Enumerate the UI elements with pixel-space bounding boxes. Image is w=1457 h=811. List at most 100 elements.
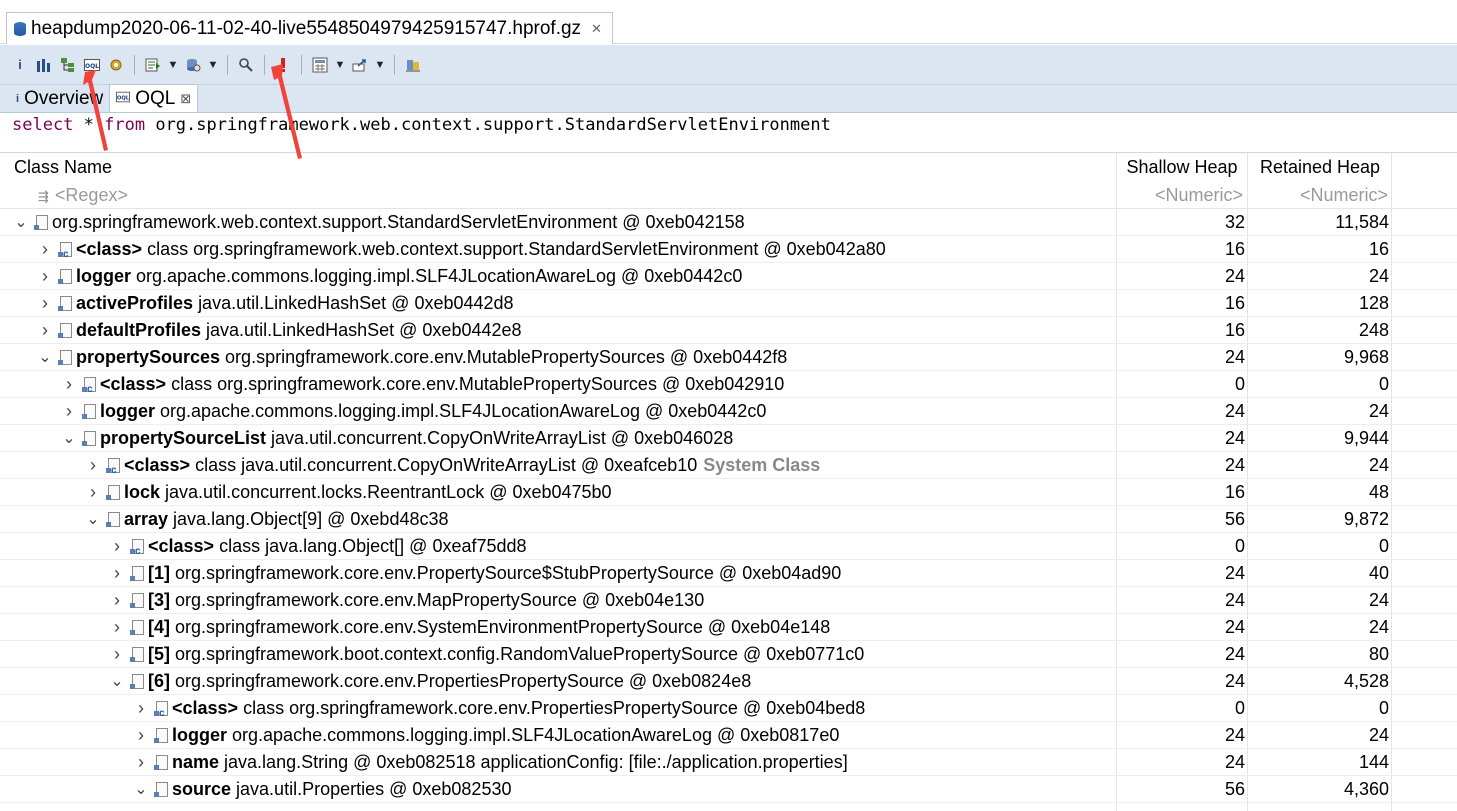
field-name: <class> bbox=[76, 239, 143, 259]
editor-tab-heapdump[interactable]: heapdump2020-06-11-02-40-live55485049794… bbox=[6, 12, 613, 44]
expand-icon[interactable]: › bbox=[110, 587, 124, 614]
table-row[interactable]: ⌄ array java.lang.Object[9] @ 0xebd48c38 56… bbox=[0, 506, 1457, 533]
table-row[interactable]: › logger org.apache.commons.logging.impl.S… bbox=[0, 263, 1457, 290]
expand-icon[interactable]: › bbox=[38, 290, 52, 317]
cell-shallow-heap: 24 bbox=[1224, 590, 1245, 610]
table-row[interactable]: › <class>class java.util.concurrent.CopyO… bbox=[0, 452, 1457, 484]
table-row[interactable]: › name java.lang.String @ 0xeb082518 appli… bbox=[0, 749, 1457, 776]
table-row[interactable]: › [4] org.springframework.core.env.SystemE… bbox=[0, 614, 1457, 641]
expand-icon[interactable]: › bbox=[134, 722, 148, 749]
query-star: * bbox=[73, 115, 105, 135]
close-icon[interactable]: ⊠ bbox=[180, 91, 191, 107]
filter-retained-heap[interactable]: <Numeric> bbox=[1248, 181, 1390, 209]
expand-icon[interactable]: › bbox=[38, 263, 52, 290]
expand-icon[interactable]: › bbox=[62, 371, 76, 398]
table-row[interactable]: › <class>class org.springframework.web.co… bbox=[0, 236, 1457, 268]
thread-overview-icon[interactable] bbox=[106, 55, 126, 75]
histogram-icon[interactable] bbox=[34, 55, 54, 75]
expand-icon[interactable]: › bbox=[134, 749, 148, 776]
tab-overview[interactable]: i Overview bbox=[10, 86, 109, 112]
table-row[interactable]: › [1] org.springframework.core.env.Propert… bbox=[0, 560, 1457, 587]
table-row[interactable]: › [5] org.springframework.boot.context.con… bbox=[0, 641, 1457, 668]
tab-oql-label: OQL bbox=[135, 87, 176, 109]
table-row[interactable]: ⌄ propertySourceList java.util.concurrent.… bbox=[0, 425, 1457, 452]
object-label: class java.lang.Object[] @ 0xeaf75dd8 bbox=[219, 536, 527, 556]
expand-icon[interactable]: › bbox=[86, 479, 100, 506]
expand-icon[interactable]: › bbox=[110, 560, 124, 587]
execute-query-icon[interactable] bbox=[273, 55, 293, 75]
field-name: <class> bbox=[100, 374, 167, 394]
table-row[interactable]: › <class>class org.springframework.core.e… bbox=[0, 695, 1457, 727]
expand-icon[interactable]: › bbox=[38, 236, 52, 263]
expand-icon[interactable]: › bbox=[86, 452, 100, 479]
expand-icon[interactable]: › bbox=[110, 641, 124, 668]
field-name: [1] bbox=[148, 563, 170, 583]
column-header-class-name[interactable]: Class Name bbox=[14, 153, 112, 181]
cell-shallow-heap: 56 bbox=[1224, 779, 1245, 799]
oql-query-editor[interactable]: select * from org.springframework.web.co… bbox=[0, 113, 1457, 153]
field-name: defaultProfiles bbox=[76, 320, 202, 340]
chevron-down-icon[interactable]: ▼ bbox=[207, 59, 219, 71]
chevron-down-icon[interactable]: ▼ bbox=[167, 59, 179, 71]
expand-icon[interactable]: › bbox=[62, 398, 76, 425]
field-name: logger bbox=[172, 725, 228, 745]
table-row[interactable]: › [3] org.springframework.core.env.MapProp… bbox=[0, 587, 1457, 614]
table-row[interactable]: › logger org.apache.commons.logging.impl.S… bbox=[0, 722, 1457, 749]
chevron-down-icon[interactable]: ▼ bbox=[374, 59, 386, 71]
search-icon[interactable] bbox=[236, 55, 256, 75]
object-label: org.springframework.core.env.MapProperty… bbox=[175, 590, 705, 610]
expand-icon[interactable]: › bbox=[134, 695, 148, 722]
object-label: java.util.LinkedHashSet @ 0xeb0442e8 bbox=[206, 320, 522, 340]
column-header-shallow-heap[interactable]: Shallow Heap bbox=[1117, 153, 1247, 181]
object-label: org.springframework.boot.context.config.… bbox=[175, 644, 865, 664]
object-icon bbox=[130, 674, 144, 689]
table-row[interactable]: ⌄ propertySources org.springframework.core… bbox=[0, 344, 1457, 371]
cell-retained-heap: 11,584 bbox=[1335, 212, 1389, 232]
info-icon: i bbox=[16, 93, 20, 105]
collapse-icon[interactable]: ⌄ bbox=[62, 430, 76, 448]
table-row[interactable]: › lock java.util.concurrent.locks.Reentran… bbox=[0, 479, 1457, 506]
dominator-tree-icon[interactable] bbox=[58, 55, 78, 75]
field-name: <class> bbox=[148, 536, 215, 556]
class-icon bbox=[130, 538, 144, 565]
table-row[interactable]: ⌄ org.springframework.web.context.support… bbox=[0, 209, 1457, 236]
cell-shallow-heap: 24 bbox=[1224, 563, 1245, 583]
info-icon[interactable]: i bbox=[10, 55, 30, 75]
table-row[interactable]: › <class>class java.lang.Object[] @ 0xeaf… bbox=[0, 533, 1457, 565]
toolbar-separator bbox=[134, 54, 135, 75]
expand-icon[interactable]: › bbox=[38, 317, 52, 344]
tab-oql[interactable]: OQL OQL ⊠ bbox=[109, 84, 199, 112]
expand-icon[interactable]: › bbox=[110, 533, 124, 560]
calculator-icon[interactable] bbox=[310, 55, 330, 75]
close-icon[interactable]: ✕ bbox=[591, 21, 602, 37]
filter-shallow-heap[interactable]: <Numeric> bbox=[1117, 181, 1245, 209]
table-row[interactable]: › defaultProfiles java.util.LinkedHashSet … bbox=[0, 317, 1457, 344]
collapse-icon[interactable]: ⌄ bbox=[134, 781, 148, 799]
table-row[interactable]: ⌄ source java.util.Properties @ 0xeb082530… bbox=[0, 776, 1457, 803]
collapse-icon[interactable]: ⌄ bbox=[110, 673, 124, 691]
chevron-down-icon[interactable]: ▼ bbox=[334, 59, 346, 71]
cell-class-name: ⌄ [6] org.springframework.core.env.Propert… bbox=[110, 668, 751, 695]
run-report-icon[interactable] bbox=[143, 55, 163, 75]
filter-class-name[interactable]: ⇶ <Regex> bbox=[38, 181, 128, 209]
object-icon bbox=[58, 350, 72, 365]
column-header-retained-heap[interactable]: Retained Heap bbox=[1248, 153, 1392, 181]
cell-retained-heap: 9,944 bbox=[1343, 428, 1389, 448]
cell-retained-heap: 40 bbox=[1368, 563, 1389, 583]
table-row[interactable]: › activeProfiles java.util.LinkedHashSet @… bbox=[0, 290, 1457, 317]
oql-icon[interactable]: OQL bbox=[82, 55, 102, 75]
table-row[interactable]: › <class>class org.springframework.core.e… bbox=[0, 371, 1457, 403]
collapse-icon[interactable]: ⌄ bbox=[14, 214, 28, 232]
export-icon[interactable] bbox=[350, 55, 370, 75]
object-icon bbox=[82, 404, 96, 419]
object-label: org.springframework.core.env.PropertiesP… bbox=[175, 671, 752, 691]
query-browser-icon[interactable] bbox=[183, 55, 203, 75]
table-row[interactable]: ⌄ [6] org.springframework.core.env.Propert… bbox=[0, 668, 1457, 695]
cell-class-name: › [4] org.springframework.core.env.SystemE… bbox=[110, 614, 830, 641]
cell-shallow-heap: 24 bbox=[1224, 752, 1245, 772]
collapse-icon[interactable]: ⌄ bbox=[86, 511, 100, 529]
expand-icon[interactable]: › bbox=[110, 614, 124, 641]
table-row[interactable]: › logger org.apache.commons.logging.impl.S… bbox=[0, 398, 1457, 425]
collapse-icon[interactable]: ⌄ bbox=[38, 349, 52, 367]
pin-icon[interactable] bbox=[403, 55, 423, 75]
